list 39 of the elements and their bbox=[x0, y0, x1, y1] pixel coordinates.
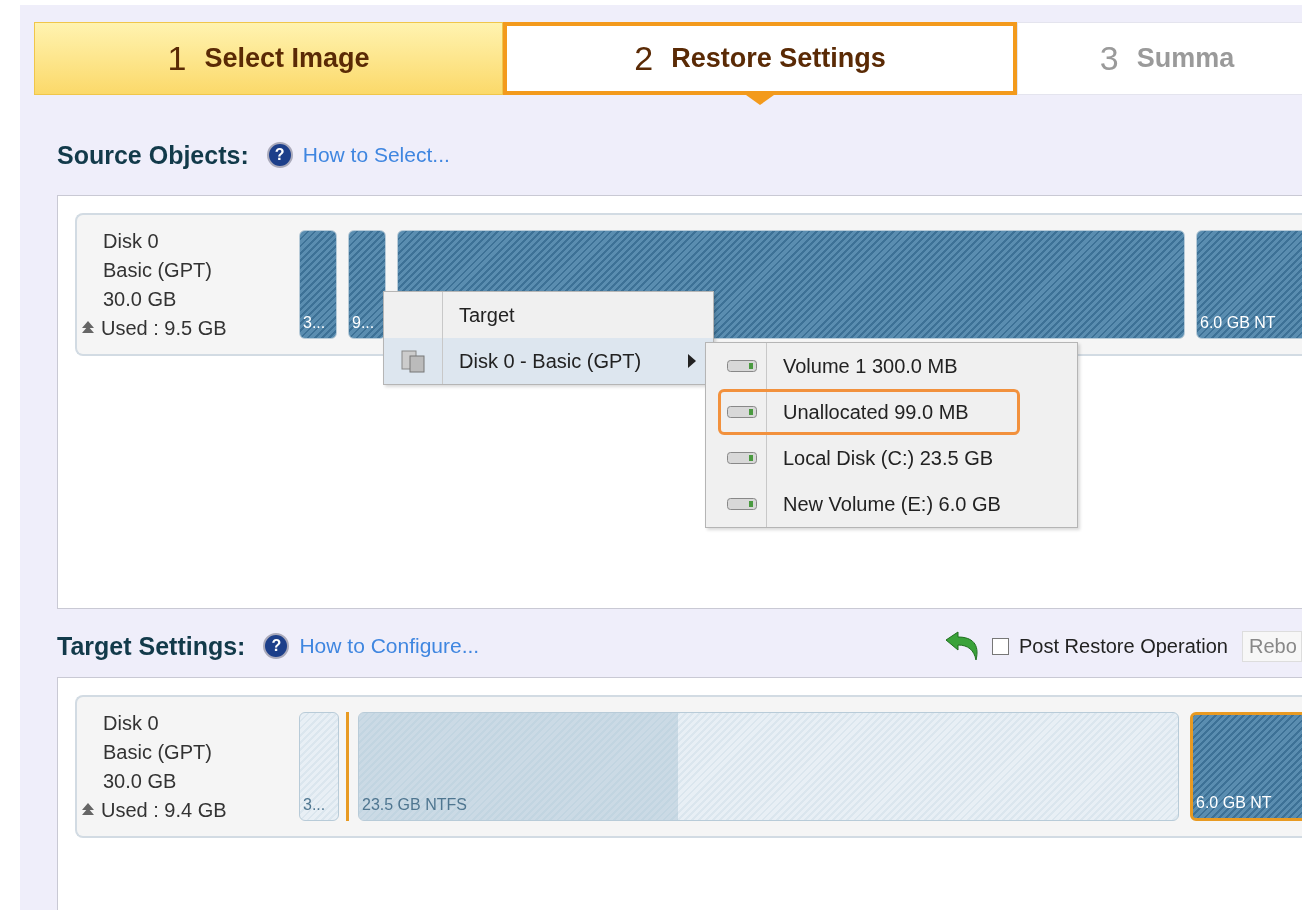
disk-used: Used : 9.5 GB bbox=[101, 315, 227, 341]
wizard-step[interactable]: 3 Summa bbox=[1017, 22, 1302, 95]
drive-icon bbox=[727, 406, 757, 418]
menu-item[interactable]: Disk 0 - Basic (GPT) bbox=[384, 338, 713, 384]
checkbox-label: Post Restore Operation bbox=[1019, 634, 1228, 658]
disk-type: Basic (GPT) bbox=[103, 257, 213, 283]
up-arrow-icon bbox=[81, 321, 95, 335]
menu-item[interactable]: Local Disk (C:) 23.5 GB bbox=[718, 435, 1020, 481]
up-arrow-icon bbox=[81, 803, 95, 817]
disk-name: Disk 0 bbox=[103, 228, 160, 254]
disk-icon bbox=[400, 348, 426, 374]
partition-block[interactable]: 6.0 GB NT bbox=[1190, 712, 1302, 821]
menu-item[interactable]: New Volume (E:) 6.0 GB bbox=[718, 481, 1020, 527]
disk-name: Disk 0 bbox=[103, 710, 160, 736]
post-restore-checkbox[interactable] bbox=[992, 637, 1009, 655]
partition-block[interactable]: 3... bbox=[299, 712, 339, 821]
operation-dropdown[interactable]: Rebo bbox=[1242, 630, 1302, 662]
disk-used: Used : 9.4 GB bbox=[101, 797, 227, 823]
section-title: Source Objects: bbox=[57, 140, 249, 170]
drive-icon bbox=[727, 498, 757, 510]
step-pointer-icon bbox=[746, 95, 774, 105]
menu-item[interactable]: Unallocated 99.0 MB bbox=[718, 389, 1020, 435]
section-title: Target Settings: bbox=[57, 631, 246, 661]
menu-item[interactable]: Volume 1 300.0 MB bbox=[718, 343, 1020, 389]
disk-size: 30.0 GB bbox=[103, 768, 178, 794]
help-link[interactable]: How to Configure... bbox=[299, 634, 480, 658]
partition-block[interactable]: 6.0 GB NT bbox=[1196, 230, 1302, 339]
help-link[interactable]: How to Select... bbox=[302, 143, 450, 167]
help-icon: ? bbox=[263, 633, 290, 659]
wizard-step[interactable]: 1 Select Image bbox=[34, 22, 503, 95]
disk-type: Basic (GPT) bbox=[103, 739, 213, 765]
drive-icon bbox=[727, 452, 757, 464]
submenu-arrow-icon bbox=[687, 354, 697, 368]
partition-block[interactable]: 9... bbox=[348, 230, 386, 339]
partition-block[interactable]: 3... bbox=[299, 230, 337, 339]
drive-icon bbox=[727, 360, 757, 372]
help-icon: ? bbox=[266, 142, 293, 168]
partition-block[interactable]: 23.5 GB NTFS bbox=[358, 712, 1179, 821]
disk-size: 30.0 GB bbox=[103, 286, 178, 312]
